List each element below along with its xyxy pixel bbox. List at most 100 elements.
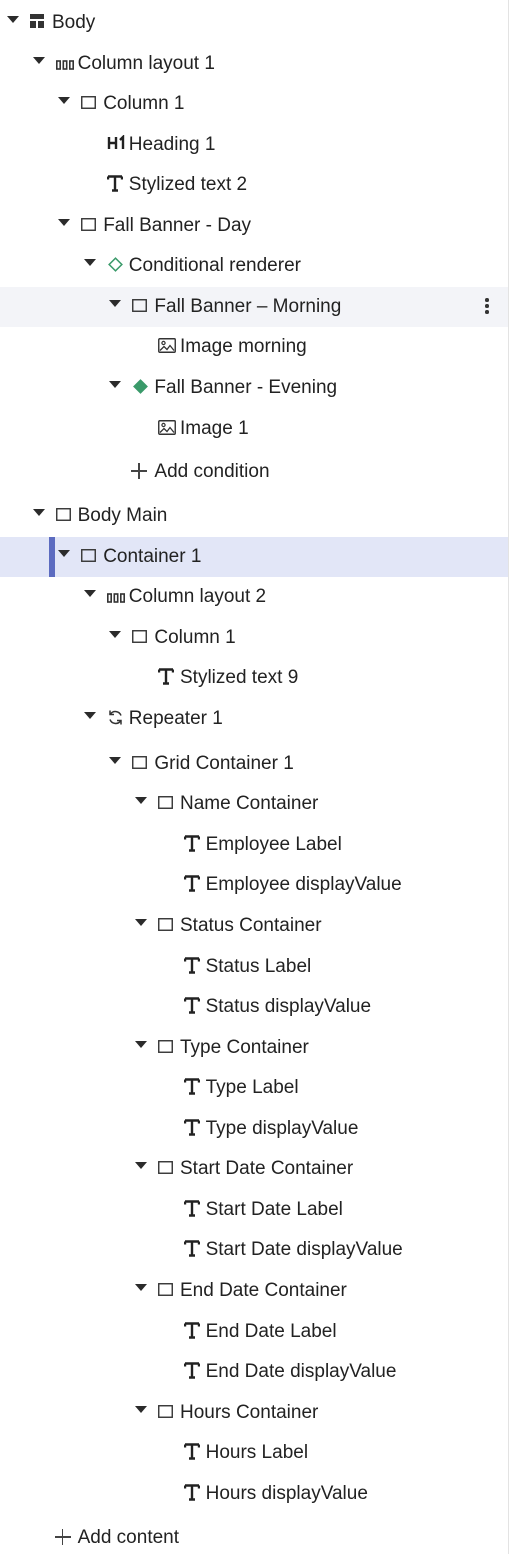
text-icon [183,1483,200,1506]
plus-icon [54,1529,71,1545]
expand-caret-icon[interactable] [135,1041,147,1048]
tree-node-column-layout-1[interactable]: Column layout 1 [0,44,508,84]
expand-caret-icon[interactable] [135,919,147,926]
expand-caret-icon[interactable] [58,550,71,557]
tree-node-grid-container-1[interactable]: Grid Container 1 [0,744,508,784]
tree-node-start-date-display-value[interactable]: Start Date displayValue [0,1230,508,1270]
tree-node-status-container[interactable]: Status Container [0,906,508,946]
tree-node-status-label[interactable]: Status Label [0,947,508,987]
tree-node-body[interactable]: Body [0,3,508,43]
selection-indicator [49,537,55,577]
tree-node-type-label[interactable]: Type Label [0,1068,508,1108]
layer-tree-panel: Body Column layout 1 Column 1 Heading 1 Styl… [0,0,518,1554]
tree-node-label: Column 1 [103,93,185,114]
tree-node-label: End Date Label [205,1321,337,1342]
tree-node-label: Image morning [180,336,307,357]
tree-node-label: Status displayValue [205,996,372,1017]
more-options-icon[interactable] [484,298,490,316]
tree-node-type-container[interactable]: Type Container [0,1028,508,1068]
tree-node-employee-label[interactable]: Employee Label [0,825,508,865]
add-content-button[interactable]: Add content [0,1518,508,1558]
tree-node-fall-banner-morning[interactable]: Fall Banner – Morning [0,287,508,327]
text-icon [157,667,175,690]
expand-caret-icon[interactable] [58,97,71,104]
tree-node-end-date-label[interactable]: End Date Label [0,1312,508,1352]
container-icon [81,548,97,567]
tree-node-type-display-value[interactable]: Type displayValue [0,1109,508,1149]
expand-caret-icon[interactable] [7,16,19,23]
text-icon [183,1239,200,1262]
tree-node-hours-display-value[interactable]: Hours displayValue [0,1474,508,1514]
tree-node-column-1[interactable]: Column 1 [0,84,508,124]
tree-node-stylized-text-2[interactable]: Stylized text 2 [0,165,508,205]
text-icon [183,1077,200,1100]
tree-node-label: Body [52,12,96,33]
tree-node-label: Hours Container [180,1402,319,1423]
tree-node-label: Column 1 [154,627,236,648]
column-layout-icon [55,57,74,75]
container-icon [132,755,148,774]
tree-node-image-morning[interactable]: Image morning [0,327,508,367]
tree-node-employee-display-value[interactable]: Employee displayValue [0,865,508,905]
tree-node-conditional-renderer[interactable]: Conditional renderer [0,246,508,286]
expand-caret-icon[interactable] [83,259,96,266]
tree-node-label: Hours Label [205,1442,309,1463]
expand-caret-icon[interactable] [109,757,122,764]
tree-node-label: Fall Banner - Day [103,215,252,236]
column-layout-icon [106,590,125,608]
expand-caret-icon[interactable] [109,381,122,388]
expand-caret-icon[interactable] [32,57,45,64]
tree-node-label: Employee displayValue [205,874,402,895]
tree-node-label: Fall Banner - Evening [154,377,338,398]
image-icon [158,337,176,358]
text-icon [183,874,200,897]
tree-node-label: Add content [77,1527,180,1548]
plus-icon [131,463,148,479]
tree-node-fall-banner-day[interactable]: Fall Banner - Day [0,206,508,246]
container-icon [158,1404,173,1423]
tree-node-body-main[interactable]: Body Main [0,496,508,536]
tree-node-end-date-container[interactable]: End Date Container [0,1271,508,1311]
tree-node-label: Type displayValue [205,1118,359,1139]
tree-node-hours-container[interactable]: Hours Container [0,1393,508,1433]
tree-node-hours-label[interactable]: Hours Label [0,1433,508,1473]
tree-node-column-1-b[interactable]: Column 1 [0,618,508,658]
tree-node-label: End Date Container [180,1280,347,1301]
heading-icon [107,134,127,156]
tree-node-end-date-display-value[interactable]: End Date displayValue [0,1352,508,1392]
expand-caret-icon[interactable] [135,1406,147,1413]
expand-caret-icon[interactable] [135,1162,147,1169]
tree-node-fall-banner-evening[interactable]: Fall Banner - Evening [0,368,508,408]
tree-node-label: Column layout 2 [128,586,267,607]
tree-node-stylized-text-9[interactable]: Stylized text 9 [0,658,508,698]
text-icon [183,1442,200,1465]
text-icon [106,174,123,197]
tree-node-start-date-label[interactable]: Start Date Label [0,1190,508,1230]
container-icon [158,1282,173,1301]
tree-node-image-1[interactable]: Image 1 [0,409,508,449]
body-layout-icon [30,14,44,33]
expand-caret-icon[interactable] [109,631,122,638]
tree-node-column-layout-2[interactable]: Column layout 2 [0,577,508,617]
tree-node-name-container[interactable]: Name Container [0,784,508,824]
expand-caret-icon[interactable] [135,1284,147,1291]
expand-caret-icon[interactable] [32,509,45,516]
container-icon [158,917,173,936]
tree-node-repeater-1[interactable]: Repeater 1 [0,699,508,739]
tree-node-status-display-value[interactable]: Status displayValue [0,987,508,1027]
tree-node-label: Type Label [205,1077,299,1098]
add-condition-button[interactable]: Add condition [0,452,508,492]
tree-node-heading-1[interactable]: Heading 1 [0,125,508,165]
expand-caret-icon[interactable] [83,590,96,597]
tree-node-container-1[interactable]: Container 1 [0,537,508,577]
expand-caret-icon[interactable] [83,712,96,719]
expand-caret-icon[interactable] [58,219,71,226]
tree-node-label: Fall Banner – Morning [154,296,342,317]
tree-node-label: Heading 1 [128,134,216,155]
expand-caret-icon[interactable] [135,797,147,804]
tree-node-start-date-container[interactable]: Start Date Container [0,1149,508,1189]
text-icon [183,1321,200,1344]
tree-node-label: Stylized text 2 [128,174,248,195]
tree-node-label: Add condition [154,461,270,482]
expand-caret-icon[interactable] [109,300,122,307]
